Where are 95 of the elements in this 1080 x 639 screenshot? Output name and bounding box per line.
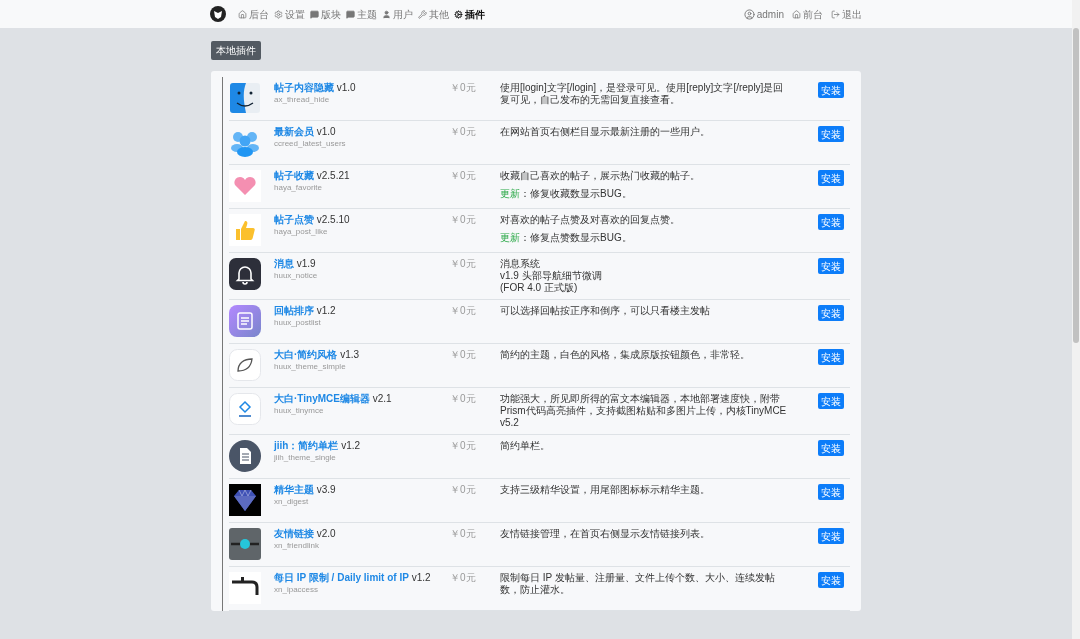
plugin-description: 可以选择回帖按正序和倒序，可以只看楼主发帖 (500, 305, 711, 317)
install-button[interactable]: 安装 (818, 484, 844, 500)
plugin-id: xn_digest (274, 496, 310, 508)
nav-link[interactable]: 退出 (831, 6, 862, 22)
plugin-name: 大白·简约风格 v1.3 (274, 349, 361, 361)
nav-link[interactable]: 其他 (418, 6, 449, 22)
plugin-id: jiih_theme_single (274, 452, 337, 464)
comment-icon (310, 9, 319, 19)
plugin-name: 消息 v1.9 (274, 258, 317, 270)
home-icon (238, 9, 247, 19)
plugin-name: jiih：简约单栏 v1.2 (274, 440, 362, 452)
price: ￥0元 (450, 214, 477, 226)
install-button[interactable]: 安装 (818, 258, 844, 274)
price: ￥0元 (450, 528, 477, 540)
update-note: 更新：修复收藏数显示BUG。 (500, 188, 633, 200)
gem-icon (229, 484, 261, 516)
price: ￥0元 (450, 170, 477, 182)
comment-icon (346, 9, 355, 19)
plugin-name: 精华主题 v3.9 (274, 484, 337, 496)
plugin-id: xn_ipaccess (274, 584, 320, 596)
install-button[interactable]: 安装 (818, 305, 844, 321)
plugin-id: haya_post_like (274, 226, 329, 238)
nav-link[interactable]: 版块 (310, 6, 341, 22)
plugin-description: 简约单栏。 (500, 440, 551, 452)
install-button[interactable]: 安装 (818, 572, 844, 588)
plugin-description: 消息系统 (500, 258, 541, 270)
plugin-description: v1.9 头部导航细节微调 (500, 270, 603, 282)
plugin-description: 支持三级精华设置，用尾部图标标示精华主题。 (500, 484, 711, 496)
nav-link[interactable]: 主题 (346, 6, 377, 22)
plugin-id: huux_notice (274, 270, 319, 282)
plugin-description: (FOR 4.0 正式版) (500, 282, 579, 294)
gear-icon (274, 9, 283, 19)
nav-link[interactable]: 插件 (454, 6, 485, 22)
nav-link[interactable]: 前台 (792, 6, 823, 22)
plugin-id: haya_favorite (274, 182, 324, 194)
price: ￥0元 (450, 258, 477, 270)
plugin-name: 帖子内容隐藏 v1.0 (274, 82, 357, 94)
install-button[interactable]: 安装 (818, 440, 844, 456)
price: ￥0元 (450, 305, 477, 317)
plugin-name: 帖子收藏 v2.5.21 (274, 170, 351, 182)
plugin-name: 帖子点赞 v2.5.10 (274, 214, 351, 226)
update-note: 更新：修复点赞数显示BUG。 (500, 232, 633, 244)
install-button[interactable]: 安装 (818, 349, 844, 365)
cogs-icon (454, 9, 463, 19)
bell-icon (229, 258, 261, 290)
scrollbar[interactable] (1072, 0, 1080, 639)
user-icon (382, 9, 391, 19)
plugin-name: 友情链接 v2.0 (274, 528, 337, 540)
plugin-id: huux_postlist (274, 317, 322, 329)
scrollbar-thumb[interactable] (1073, 28, 1079, 343)
face-icon (229, 82, 261, 114)
plugin-id: ccreed_latest_users (274, 138, 347, 150)
install-button[interactable]: 安装 (818, 528, 844, 544)
price: ￥0元 (450, 440, 477, 452)
nav-link[interactable]: 用户 (382, 6, 413, 22)
install-button[interactable]: 安装 (818, 170, 844, 186)
logo-icon[interactable] (210, 6, 226, 22)
leaf-icon (229, 349, 261, 381)
plugin-id: huux_tinymce (274, 405, 325, 417)
plugin-description: 对喜欢的帖子点赞及对喜欢的回复点赞。 (500, 214, 681, 226)
plugin-description: 使用[login]文字[/login]，是登录可见。使用[reply]文字[/reply]是回复可见，自己发布的无需回复直接查看。 (500, 82, 785, 106)
price: ￥0元 (450, 484, 477, 496)
plugin-name: 回帖排序 v1.2 (274, 305, 337, 317)
install-button[interactable]: 安装 (818, 82, 844, 98)
install-button[interactable]: 安装 (818, 393, 844, 409)
nav-link[interactable]: 设置 (274, 6, 305, 22)
price: ￥0元 (450, 82, 477, 94)
install-button[interactable]: 安装 (818, 214, 844, 230)
plugin-description: 在网站首页右侧栏目显示最新注册的一些用户。 (500, 126, 711, 138)
plugin-description: 限制每日 IP 发帖量、注册量、文件上传个数、大小、连续发帖数，防止灌水。 (500, 572, 776, 596)
price: ￥0元 (450, 572, 477, 584)
plugin-description: 功能强大，所见即所得的富文本编辑器，本地部署速度快，附带Prism代码高亮插件，支持截图粘贴和多图片上传，内核TinyMCE v5.2 (500, 393, 788, 429)
wrench-icon (418, 9, 427, 19)
plugin-name: 大白·TinyMCE编辑器 v2.1 (274, 393, 393, 405)
local-plugins-tab[interactable]: 本地插件 (211, 41, 261, 60)
plugin-description: 友情链接管理，在首页右侧显示友情链接列表。 (500, 528, 711, 540)
plugin-name: 最新会员 v1.0 (274, 126, 337, 138)
document-icon (229, 440, 261, 472)
plugin-description: 简约的主题，白色的风格，集成原版按钮颜色，非常轻。 (500, 349, 751, 361)
price: ￥0元 (450, 126, 477, 138)
price: ￥0元 (450, 349, 477, 361)
install-button[interactable]: 安装 (818, 126, 844, 142)
thumbs-up-icon (229, 214, 261, 246)
logout-icon (831, 9, 840, 19)
plugin-id: ax_thread_hide (274, 94, 331, 106)
avatar-icon (743, 8, 755, 20)
plugin-id: xn_friendlink (274, 540, 320, 552)
plugin-name: 每日 IP 限制 / Daily limit of IP v1.2 (274, 572, 432, 584)
list-icon (229, 305, 261, 337)
home-icon (792, 9, 801, 19)
price: ￥0元 (450, 393, 477, 405)
plugin-id: huux_theme_simple (274, 361, 347, 373)
plugin-description: 收藏自己喜欢的帖子，展示热门收藏的帖子。 (500, 170, 701, 182)
nav-link[interactable]: admin (743, 6, 784, 22)
nav-link[interactable]: 后台 (238, 6, 269, 22)
